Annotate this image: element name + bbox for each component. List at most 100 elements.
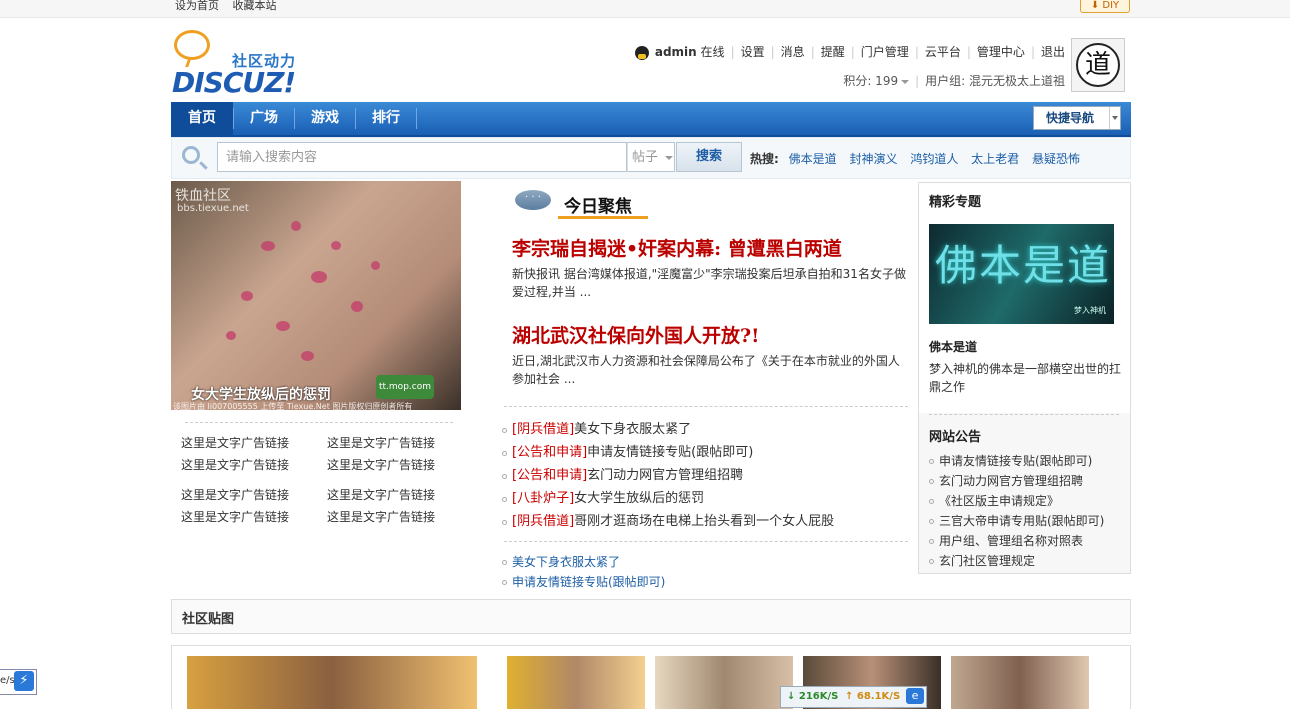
set-home-link[interactable]: 设为首页 [175, 0, 219, 12]
gallery-header: 社区贴图 [171, 599, 1131, 634]
gallery-thumb[interactable] [507, 656, 645, 709]
floating-speed-button[interactable]: e/s ⚡ [0, 669, 37, 695]
logo-brand: DISCUZ! [172, 66, 296, 99]
thread-category[interactable]: [阴兵借道] [512, 422, 574, 437]
lightning-icon: ⚡ [14, 671, 34, 691]
list-item[interactable]: 玄门动力网官方管理组招聘 [929, 471, 1127, 491]
divider [929, 414, 1119, 415]
topic-desc: 梦入神机的佛本是一部横空出世的扛鼎之作 [929, 362, 1122, 394]
slide-badge: tt.mop.com [376, 375, 434, 399]
top-links: 设为首页 收藏本站 [175, 0, 287, 12]
ad-link[interactable]: 这里是文字广告链接 [327, 508, 435, 525]
hot-label: 热搜: [750, 152, 779, 166]
hot-keyword[interactable]: 太上老君 [971, 152, 1019, 166]
topic-image-sub: 梦入神机 [1074, 306, 1106, 315]
list-item[interactable]: 三官大帝申请专用贴(跟帖即可) [929, 511, 1127, 531]
gallery-thumb[interactable] [951, 656, 1089, 709]
focus-underline [558, 216, 648, 219]
user-group[interactable]: 用户组: 混元无极太上道祖 [925, 74, 1065, 88]
user-nav: admin 在线 | 设置 | 消息 | 提醒 | 门户管理 | 云平台 | 管理中心 | 退出 [634, 43, 1065, 60]
list-item[interactable]: 申请友情链接专贴(跟帖即可) [929, 451, 1127, 471]
thread-category[interactable]: [公告和申请] [512, 445, 587, 460]
admin-center-link[interactable]: 管理中心 [977, 45, 1025, 59]
search-button[interactable]: 搜索 [676, 142, 742, 172]
portal-admin-link[interactable]: 门户管理 [861, 45, 909, 59]
notice-title: 网站公告 [929, 430, 982, 445]
thread-category[interactable]: [公告和申请] [512, 468, 587, 483]
headline-link[interactable]: 湖北武汉社保向外国人开放?! [512, 321, 759, 348]
topic-image[interactable]: 佛本是道 梦入神机 [929, 224, 1114, 324]
bookmark-link[interactable]: 收藏本站 [233, 0, 277, 12]
search-bar: 请输入搜索内容 帖子 搜索 热搜: 佛本是道 封神演义 鸿钧道人 太上老君 悬疑… [171, 137, 1131, 179]
main-nav: 首页 广场 游戏 排行 快捷导航 [171, 102, 1131, 137]
list-item[interactable]: 用户组、管理组名称对照表 [929, 531, 1127, 551]
chevron-down-icon [1109, 107, 1120, 129]
search-icon [182, 146, 200, 164]
list-item[interactable]: 《社区版主申请规定》 [929, 491, 1127, 511]
slideshow-image[interactable]: 铁血社区 bbs.tiexue.net tt.mop.com 女大学生放纵后的惩… [171, 181, 461, 410]
thread-title[interactable]: 哥刚才逛商场在电梯上抬头看到一个女人屁股 [574, 514, 834, 529]
quick-nav-button[interactable]: 快捷导航 [1033, 106, 1121, 130]
thread-title[interactable]: 女大学生放纵后的惩罚 [574, 491, 704, 506]
top-bar: 设为首页 收藏本站 ⬇ DIY [0, 0, 1290, 18]
sidebar: 精彩专题 佛本是道 梦入神机 佛本是道 梦入神机的佛本是一部横空出世的扛鼎之作 … [918, 182, 1131, 574]
hot-keyword[interactable]: 封神演义 [849, 152, 897, 166]
list-item[interactable]: [公告和申请]玄门动力网官方管理组招聘 [502, 464, 912, 487]
search-input[interactable]: 请输入搜索内容 [217, 142, 627, 172]
list-item[interactable]: 玄门社区管理规定 [929, 551, 1127, 571]
settings-link[interactable]: 设置 [741, 45, 765, 59]
divider [185, 422, 453, 423]
list-item[interactable]: 申请友情链接专贴(跟帖即可) [502, 572, 912, 592]
topic-image-text: 佛本是道 [935, 241, 1112, 290]
hot-keyword[interactable]: 鸿钧道人 [910, 152, 958, 166]
list-item[interactable]: 美女下身衣服太紧了 [502, 552, 912, 572]
messages-link[interactable]: 消息 [781, 45, 805, 59]
nav-item-ranking[interactable]: 排行 [356, 102, 416, 135]
divider [504, 541, 908, 542]
list-item[interactable]: [公告和申请]申请友情链接专贴(跟帖即可) [502, 441, 912, 464]
headline-link[interactable]: 李宗瑞自揭迷•奸案内幕: 曾遭黑白两道 [512, 234, 842, 261]
focus-link-list: 美女下身衣服太紧了 申请友情链接专贴(跟帖即可) [502, 552, 912, 592]
search-type-select[interactable]: 帖子 [627, 142, 675, 172]
list-item[interactable]: [八卦炉子]女大学生放纵后的惩罚 [502, 487, 912, 510]
logout-link[interactable]: 退出 [1041, 45, 1065, 59]
reminders-link[interactable]: 提醒 [821, 45, 845, 59]
nav-item-games[interactable]: 游戏 [295, 102, 355, 135]
thread-title[interactable]: 申请友情链接专贴(跟帖即可) [587, 445, 753, 460]
username[interactable]: admin [655, 45, 697, 59]
nav-item-square[interactable]: 广场 [234, 102, 294, 135]
list-item[interactable]: [阴兵借道]美女下身衣服太紧了 [502, 418, 912, 441]
hot-keyword[interactable]: 佛本是道 [789, 152, 837, 166]
nav-item-home[interactable]: 首页 [171, 102, 233, 135]
thread-category[interactable]: [阴兵借道] [512, 514, 574, 529]
thread-title[interactable]: 玄门动力网官方管理组招聘 [587, 468, 743, 483]
focus-thread-list: [阴兵借道]美女下身衣服太紧了 [公告和申请]申请友情链接专贴(跟帖即可) [公… [502, 418, 912, 533]
headline-summary: 新快报讯 据台湾媒体报道,"淫魔富少"李宗瑞投案后坦承自拍和31名女子做爱过程,… [512, 267, 906, 299]
diy-button[interactable]: ⬇ DIY [1080, 0, 1130, 13]
ad-link[interactable]: 这里是文字广告链接 [327, 434, 435, 451]
ad-link[interactable]: 这里是文字广告链接 [181, 456, 289, 473]
gallery-title: 社区贴图 [182, 612, 235, 627]
ad-link[interactable]: 这里是文字广告链接 [327, 486, 435, 503]
hot-keyword[interactable]: 悬疑恐怖 [1032, 152, 1080, 166]
gallery-thumb[interactable] [187, 656, 477, 709]
browser-icon[interactable]: e [906, 688, 924, 704]
list-item[interactable]: [阴兵借道]哥刚才逛商场在电梯上抬头看到一个女人屁股 [502, 510, 912, 533]
points-menu[interactable]: 积分: 199 [843, 74, 910, 88]
ad-link[interactable]: 这里是文字广告链接 [327, 456, 435, 473]
cloud-platform-link[interactable]: 云平台 [925, 45, 961, 59]
topic-name[interactable]: 佛本是道 [929, 338, 977, 355]
thread-category[interactable]: [八卦炉子] [512, 491, 574, 506]
thread-title[interactable]: 美女下身衣服太紧了 [574, 422, 691, 437]
site-logo[interactable]: 社区动力 DISCUZ! [172, 30, 312, 99]
hot-searches: 热搜: 佛本是道 封神演义 鸿钧道人 太上老君 悬疑恐怖 [750, 150, 1089, 167]
ad-link[interactable]: 这里是文字广告链接 [181, 508, 289, 525]
ad-link[interactable]: 这里是文字广告链接 [181, 434, 289, 451]
ad-link[interactable]: 这里是文字广告链接 [181, 486, 289, 503]
chevron-down-icon [665, 155, 674, 160]
avatar[interactable]: 道 [1071, 38, 1125, 92]
float-label: e/s [0, 675, 15, 686]
slide-watermark: 铁血社区 [175, 188, 231, 204]
gallery-thumb[interactable] [655, 656, 793, 709]
download-speed: 216K/S [798, 691, 839, 702]
